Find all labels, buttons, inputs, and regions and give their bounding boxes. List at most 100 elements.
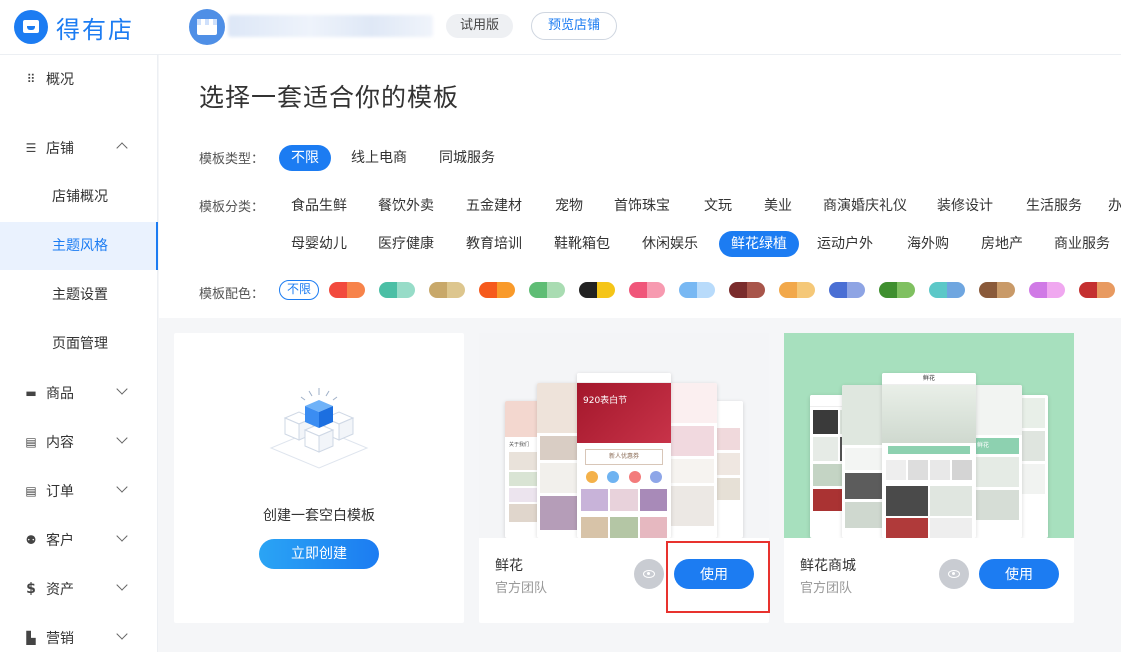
template-author: 官方团队	[495, 581, 548, 596]
color-swatch[interactable]	[529, 282, 565, 298]
phone-coupon-text: 新人优惠券	[585, 449, 663, 465]
color-swatch[interactable]	[679, 282, 715, 298]
preview-template-button[interactable]	[939, 559, 969, 589]
phone-title-text: 鲜花	[882, 373, 976, 385]
category-chip[interactable]: 海外购	[901, 231, 955, 257]
color-swatch-half	[329, 282, 347, 298]
template-author: 官方团队	[800, 581, 853, 596]
shop-avatar[interactable]	[189, 9, 225, 45]
color-swatch[interactable]	[729, 282, 765, 298]
category-chip[interactable]: 首饰珠宝	[609, 193, 675, 219]
color-swatch-half	[447, 282, 465, 298]
sidebar-item-overview[interactable]: ⠿ 概况	[0, 56, 158, 102]
category-chip[interactable]: 生活服务	[1021, 193, 1087, 219]
category-chip[interactable]: 鞋靴箱包	[549, 231, 615, 257]
sidebar-item-label: 营销	[46, 631, 74, 647]
category-chip[interactable]: 商业服务	[1049, 231, 1115, 257]
sidebar-item-label: 商品	[46, 386, 74, 402]
template-name: 鲜花商城	[800, 558, 856, 574]
color-swatch[interactable]	[479, 282, 515, 298]
type-chip-local-service[interactable]: 同城服务	[433, 145, 501, 171]
sidebar-item-goods[interactable]: ▬ 商品	[0, 370, 158, 416]
sidebar-item-assets[interactable]: $ 资产	[0, 566, 158, 612]
category-chip[interactable]: 母婴幼儿	[286, 231, 352, 257]
category-chip[interactable]: 鲜花绿植	[719, 231, 799, 257]
color-swatch-half	[547, 282, 565, 298]
color-swatch-half	[679, 282, 697, 298]
preview-store-button[interactable]: 预览店铺	[531, 12, 617, 40]
category-chip[interactable]: 五金建材	[461, 193, 527, 219]
category-chip[interactable]: 办	[1108, 193, 1121, 219]
type-chip-online-ecommerce[interactable]: 线上电商	[345, 145, 413, 171]
create-now-button[interactable]: 立即创建	[259, 539, 379, 569]
color-chip-any[interactable]: 不限	[279, 280, 319, 300]
flower-mall-template-thumbnail[interactable]: 鲜花 鲜花	[784, 333, 1074, 538]
chevron-down-icon	[116, 383, 128, 395]
sidebar-subitem-page-management[interactable]: 页面管理	[0, 320, 158, 368]
category-chip[interactable]: 房地产	[975, 231, 1029, 257]
color-swatch[interactable]	[879, 282, 915, 298]
color-swatch[interactable]	[429, 282, 465, 298]
preview-template-button[interactable]	[634, 559, 664, 589]
sidebar-item-content[interactable]: ▤ 内容	[0, 419, 158, 465]
color-swatch-half	[897, 282, 915, 298]
color-swatch-half	[997, 282, 1015, 298]
color-swatch-half	[847, 282, 865, 298]
color-swatch[interactable]	[779, 282, 815, 298]
color-swatch-half	[1029, 282, 1047, 298]
sidebar-item-marketing[interactable]: ▙ 营销	[0, 615, 158, 652]
sliders-icon: ☰	[25, 141, 37, 155]
category-chip[interactable]: 餐饮外卖	[373, 193, 439, 219]
category-chip[interactable]: 教育培训	[461, 231, 527, 257]
brand-logo[interactable]: 得有店	[14, 10, 134, 44]
category-chip[interactable]: 美业	[758, 193, 798, 219]
color-swatch-half	[597, 282, 615, 298]
blank-template-label: 创建一套空白模板	[263, 508, 375, 524]
top-bar: 得有店 试用版 预览店铺	[0, 0, 1121, 55]
type-chip-any[interactable]: 不限	[279, 145, 331, 171]
category-chip[interactable]: 食品生鲜	[286, 193, 352, 219]
category-chip[interactable]: 装修设计	[932, 193, 998, 219]
color-swatch-half	[379, 282, 397, 298]
color-swatch-half	[529, 282, 547, 298]
sidebar-subitem-theme-settings[interactable]: 主题设置	[0, 271, 158, 319]
category-chip[interactable]: 商演婚庆礼仪	[818, 193, 912, 219]
trial-badge: 试用版	[446, 14, 514, 38]
chevron-down-icon	[116, 481, 128, 493]
sidebar-item-customers[interactable]: ⚉ 客户	[0, 517, 158, 563]
color-swatch-half	[747, 282, 765, 298]
color-swatch-half	[1079, 282, 1097, 298]
color-swatch[interactable]	[1079, 282, 1115, 298]
color-swatch[interactable]	[379, 282, 415, 298]
color-swatch[interactable]	[329, 282, 365, 298]
color-swatch-half	[347, 282, 365, 298]
color-swatch-half	[829, 282, 847, 298]
sidebar-item-label: 内容	[46, 435, 74, 451]
color-swatch[interactable]	[1029, 282, 1065, 298]
category-chip[interactable]: 运动户外	[812, 231, 878, 257]
sidebar-subitem-theme-style[interactable]: 主题风格	[0, 222, 158, 270]
sidebar-subitem-store-overview[interactable]: 店铺概况	[0, 173, 158, 221]
color-swatch-half	[729, 282, 747, 298]
bar-chart-icon: ▙	[26, 631, 36, 645]
shop-name-blurred	[228, 15, 433, 37]
color-swatch[interactable]	[579, 282, 615, 298]
color-swatch-half	[779, 282, 797, 298]
category-chip[interactable]: 宠物	[549, 193, 589, 219]
use-template-button[interactable]: 使用	[979, 559, 1059, 589]
category-chip[interactable]: 文玩	[698, 193, 738, 219]
flower-template-thumbnail[interactable]: 关于我们 920表白节 新人优惠券	[479, 333, 769, 538]
sidebar-item-orders[interactable]: ▤ 订单	[0, 468, 158, 514]
category-chip[interactable]: 医疗健康	[373, 231, 439, 257]
color-swatch-half	[579, 282, 597, 298]
color-swatch[interactable]	[629, 282, 665, 298]
color-swatch[interactable]	[829, 282, 865, 298]
sidebar-item-store[interactable]: ☰ 店铺	[0, 125, 158, 171]
template-category-label: 模板分类：	[199, 200, 265, 215]
color-swatch-half	[629, 282, 647, 298]
color-swatch-half	[1047, 282, 1065, 298]
color-swatch[interactable]	[979, 282, 1015, 298]
color-swatch[interactable]	[929, 282, 965, 298]
color-swatch-half	[697, 282, 715, 298]
category-chip[interactable]: 休闲娱乐	[637, 231, 703, 257]
